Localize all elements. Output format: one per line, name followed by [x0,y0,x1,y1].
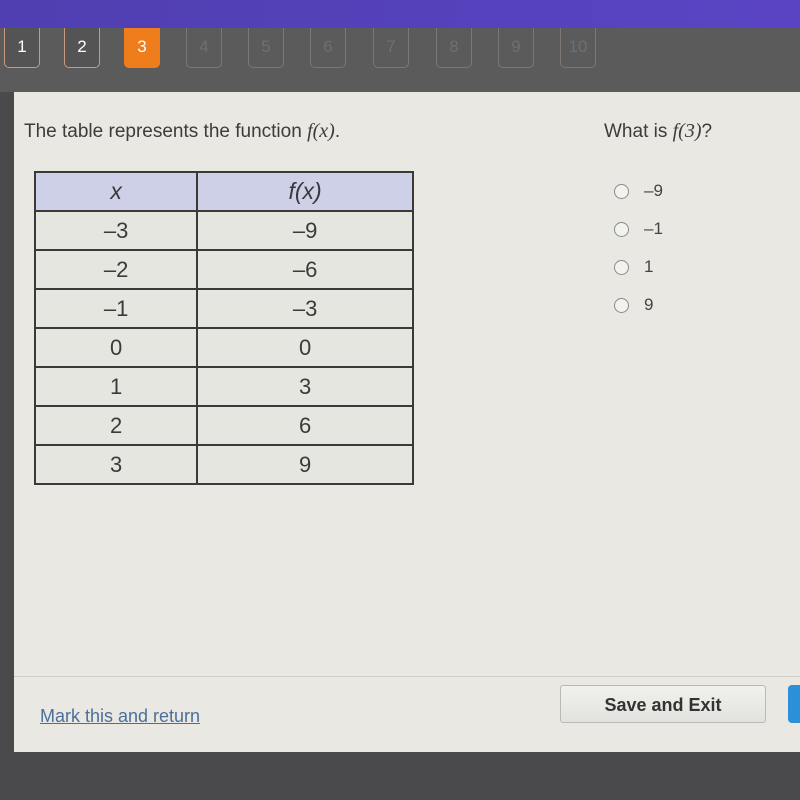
answer-option-1[interactable]: –9 [614,172,663,210]
table-row: 13 [33,366,414,407]
save-and-exit-button[interactable]: Save and Exit [560,685,766,723]
answer-option-2[interactable]: –1 [614,210,663,248]
question-function: f(3) [672,120,702,142]
prompt-end: . [334,121,341,142]
question-6-button[interactable]: 6 [310,28,346,68]
question-end: ? [701,121,713,142]
table-header-row: x f(x) [33,171,414,212]
option-label: –9 [644,181,663,200]
function-table: x f(x) –3 –9 –2 –6 –1 –3 00 13 26 39 [33,171,414,485]
answer-options: –9 –1 1 9 [614,172,663,324]
next-button[interactable] [788,685,800,723]
table-row: –2 –6 [33,249,414,290]
question-panel: The table represents the function f(x). … [14,92,800,752]
top-bar [0,0,800,28]
question-3-button[interactable]: 3 [124,28,160,68]
x-cell: –3 [33,210,199,251]
header-x: x [33,171,199,212]
prompt-function: f(x) [307,120,335,142]
radio-button[interactable] [614,183,629,199]
prompt-text: The table represents the function [24,121,308,142]
answer-option-3[interactable]: 1 [614,248,663,286]
question-7-button[interactable]: 7 [373,28,409,68]
question-8-button[interactable]: 8 [436,28,472,68]
header-fx: f(x) [196,171,414,212]
radio-button[interactable] [614,259,629,275]
fx-cell: –3 [196,288,414,329]
question-9-button[interactable]: 9 [498,28,534,68]
question-10-button[interactable]: 10 [560,28,596,68]
x-cell: 2 [33,405,199,446]
x-cell: 0 [33,327,199,368]
question-1-button[interactable]: 1 [4,28,40,68]
fx-cell: 3 [196,366,414,407]
question-prefix: What is [604,121,673,142]
fx-cell: –6 [196,249,414,290]
x-cell: –1 [33,288,199,329]
table-row: 26 [33,405,414,446]
option-label: –1 [644,219,663,238]
question-4-button[interactable]: 4 [186,28,222,68]
question-text: What is f(3)? [604,120,712,143]
x-cell: 3 [33,444,199,485]
table-prompt: The table represents the function f(x). [24,120,340,143]
answer-option-4[interactable]: 9 [614,286,663,324]
x-cell: –2 [33,249,199,290]
fx-cell: 9 [196,444,414,485]
fx-cell: 0 [196,327,414,368]
option-label: 1 [644,257,654,276]
footer-divider [14,676,800,677]
question-5-button[interactable]: 5 [248,28,284,68]
table-row: –3 –9 [33,210,414,251]
fx-cell: 6 [196,405,414,446]
fx-cell: –9 [196,210,414,251]
option-label: 9 [644,295,654,314]
question-2-button[interactable]: 2 [64,28,100,68]
radio-button[interactable] [614,297,629,313]
radio-button[interactable] [614,221,629,237]
mark-and-return-link[interactable]: Mark this and return [40,706,200,727]
table-row: 00 [33,327,414,368]
table-row: 39 [33,444,414,485]
table-row: –1 –3 [33,288,414,329]
x-cell: 1 [33,366,199,407]
